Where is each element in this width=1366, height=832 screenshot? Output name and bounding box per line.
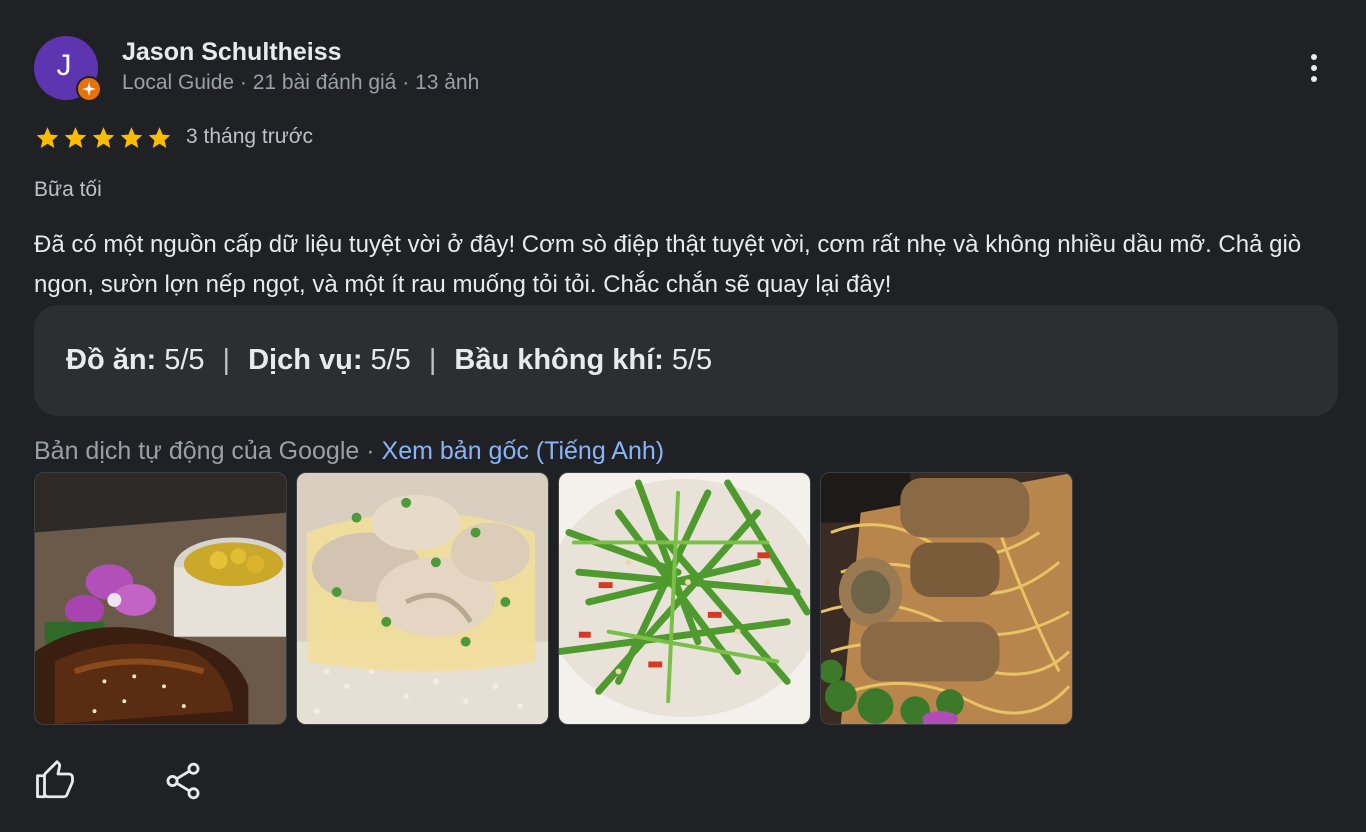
star-icon <box>36 127 59 148</box>
subrating-separator: | <box>222 344 231 376</box>
star-icon <box>92 127 115 148</box>
scallop-rice-photo[interactable] <box>296 472 549 725</box>
subrating-service-label: Dịch vụ: <box>248 344 363 376</box>
subrating-food-label: Đồ ăn: <box>66 344 157 376</box>
star-rating <box>34 125 173 151</box>
subrating-atmosphere-label: Bầu không khí: <box>454 344 664 376</box>
share-button[interactable] <box>162 760 204 802</box>
see-original-link[interactable]: Xem bản gốc (Tiếng Anh) <box>382 437 665 465</box>
more-vert-icon <box>1311 54 1317 60</box>
share-icon <box>166 762 200 800</box>
review-time: 3 tháng trước <box>186 125 314 148</box>
author-name[interactable]: Jason Schultheiss <box>122 38 342 67</box>
translation-label: Bản dịch tự động của Google <box>34 437 360 465</box>
translation-separator: · <box>366 437 375 465</box>
avatar[interactable]: J <box>34 36 102 102</box>
star-icon <box>148 127 171 148</box>
local-guide-badge-icon <box>76 76 102 102</box>
more-vert-icon-dot <box>1311 65 1317 71</box>
subrating-atmosphere-value: 5/5 <box>671 344 713 376</box>
thumb-up-icon <box>36 760 74 799</box>
subrating-food-value: 5/5 <box>164 344 205 376</box>
author-meta: Local Guide · 21 bài đánh giá · 13 ảnh <box>122 71 480 94</box>
subrating-separator: | <box>428 344 437 376</box>
star-icon <box>64 127 87 148</box>
photo-strip <box>34 472 1073 725</box>
review-card: J Jason Schultheiss Local Guide · 21 bài… <box>0 0 1366 832</box>
morning-glory-photo[interactable] <box>558 472 811 725</box>
spring-rolls-photo[interactable] <box>820 472 1073 725</box>
subrating-service-value: 5/5 <box>370 344 411 376</box>
subratings-box: Đồ ăn: 5/5 | Dịch vụ: 5/5 | Bầu không kh… <box>34 305 1338 416</box>
meal-type: Bữa tối <box>34 178 102 201</box>
star-icon <box>120 127 143 148</box>
like-button[interactable] <box>34 760 76 802</box>
more-options-button[interactable] <box>1298 48 1330 88</box>
ribs-photo[interactable] <box>34 472 287 725</box>
avatar-initial: J <box>56 49 72 82</box>
more-vert-icon-dot <box>1311 76 1317 82</box>
translation-note: Bản dịch tự động của Google · Xem bản gố… <box>34 437 664 466</box>
review-text: Đã có một nguồn cấp dữ liệu tuyệt vời ở … <box>34 231 1302 298</box>
